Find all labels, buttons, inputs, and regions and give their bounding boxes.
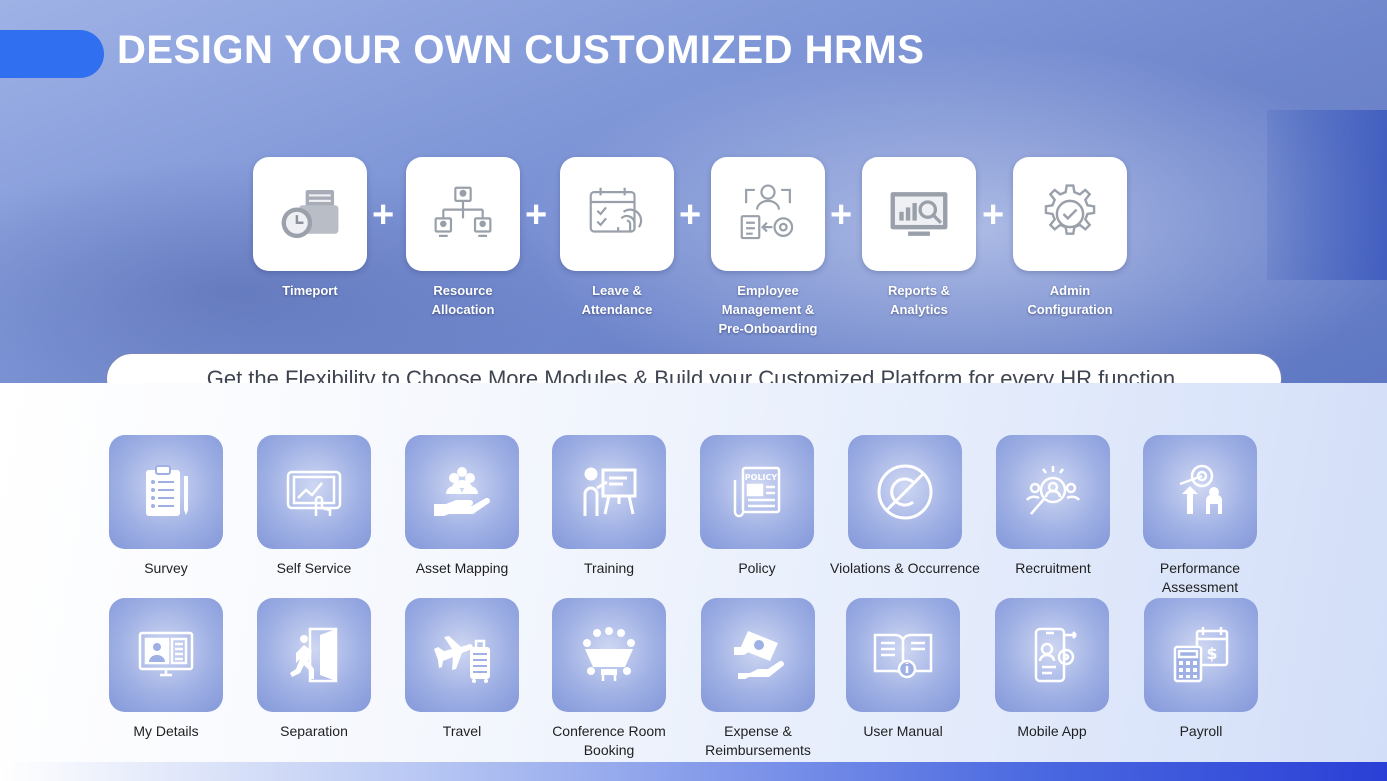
calendar-fingerprint-icon bbox=[589, 187, 643, 233]
clipboard-icon bbox=[146, 465, 188, 516]
page-title: DESIGN YOUR OWN CUSTOMIZED HRMS bbox=[117, 28, 925, 72]
module-self-service[interactable]: Self Service bbox=[239, 435, 389, 578]
module-mobile-app[interactable]: Mobile App bbox=[977, 598, 1127, 741]
module-label: Self Service bbox=[276, 560, 352, 576]
prohibited-icon bbox=[877, 464, 933, 520]
money-hand-icon bbox=[734, 631, 784, 679]
mobile-gear-icon bbox=[1034, 627, 1077, 683]
module-payroll[interactable]: $ Payroll bbox=[1126, 598, 1276, 741]
module-label: Conference Room Booking bbox=[552, 723, 666, 758]
bottom-gradient-bar bbox=[0, 762, 1387, 781]
timeport-icon bbox=[281, 189, 339, 239]
module-label: User Manual bbox=[863, 723, 943, 739]
module-survey[interactable]: Survey bbox=[91, 435, 241, 578]
module-user-manual[interactable]: User Manual bbox=[828, 598, 978, 741]
core-module-resource-allocation[interactable]: Resource Allocation bbox=[405, 157, 521, 319]
module-label: Training bbox=[583, 560, 635, 576]
plus-separator: + bbox=[982, 194, 1005, 236]
core-module-label: Employee Management & Pre-Onboarding bbox=[718, 283, 818, 336]
employee-management-icon bbox=[740, 184, 794, 240]
module-label: Survey bbox=[144, 560, 188, 576]
module-violations-occurrence[interactable]: Violations & Occurrence bbox=[830, 435, 980, 578]
plus-separator: + bbox=[372, 194, 395, 236]
core-module-label: Reports & Analytics bbox=[887, 283, 951, 317]
core-module-timeport[interactable]: Timeport bbox=[252, 157, 368, 300]
module-asset-mapping[interactable]: Asset Mapping bbox=[387, 435, 537, 578]
conference-table-icon bbox=[583, 627, 635, 681]
reports-monitor-icon bbox=[890, 192, 948, 236]
tablet-touch-icon bbox=[286, 470, 342, 516]
core-module-label: Resource Allocation bbox=[431, 283, 495, 317]
module-expense-reimbursements[interactable]: Expense & Reimbursements bbox=[683, 598, 833, 760]
core-module-label: Leave & Attendance bbox=[581, 283, 653, 317]
module-label: My Details bbox=[133, 723, 199, 739]
module-label: Performance Assessment bbox=[1159, 560, 1241, 595]
module-training[interactable]: Training bbox=[534, 435, 684, 578]
title-accent-pill bbox=[0, 30, 104, 78]
module-label: Payroll bbox=[1179, 723, 1223, 739]
module-label: Expense & Reimbursements bbox=[705, 723, 811, 758]
module-separation[interactable]: Separation bbox=[239, 598, 389, 741]
module-label: Travel bbox=[442, 723, 482, 739]
exit-door-icon bbox=[290, 627, 338, 683]
module-label: Separation bbox=[280, 723, 348, 739]
policy-document-icon: POLICY bbox=[733, 466, 781, 518]
book-info-icon bbox=[873, 633, 933, 679]
plus-separator: + bbox=[679, 194, 702, 236]
monitor-profile-icon bbox=[138, 631, 194, 677]
module-label: Recruitment bbox=[1015, 560, 1091, 576]
core-module-admin-configuration[interactable]: Admin Configuration bbox=[1012, 157, 1128, 319]
gear-check-icon bbox=[1044, 184, 1096, 235]
core-module-leave-attendance[interactable]: Leave & Attendance bbox=[559, 157, 675, 319]
module-policy[interactable]: POLICY Policy bbox=[682, 435, 832, 578]
module-recruitment[interactable]: Recruitment bbox=[978, 435, 1128, 578]
plane-luggage-icon bbox=[434, 636, 490, 683]
core-module-employee-management[interactable]: Employee Management & Pre-Onboarding bbox=[710, 157, 826, 338]
module-my-details[interactable]: My Details bbox=[91, 598, 241, 741]
svg-text:POLICY: POLICY bbox=[745, 473, 778, 482]
module-label: Mobile App bbox=[1017, 723, 1087, 739]
module-label: Asset Mapping bbox=[415, 560, 509, 576]
svg-text:$: $ bbox=[1206, 644, 1217, 663]
core-module-label: Timeport bbox=[282, 283, 338, 298]
magnifier-people-icon bbox=[1025, 466, 1081, 515]
module-label: Violations & Occurrence bbox=[830, 560, 980, 576]
org-chart-icon bbox=[434, 186, 492, 237]
module-conference-room-booking[interactable]: Conference Room Booking bbox=[534, 598, 684, 760]
plus-separator: + bbox=[525, 194, 548, 236]
presentation-board-icon bbox=[583, 467, 637, 516]
module-performance-assessment[interactable]: Performance Assessment bbox=[1125, 435, 1275, 597]
plus-separator: + bbox=[830, 194, 853, 236]
module-travel[interactable]: Travel bbox=[387, 598, 537, 741]
core-module-reports-analytics[interactable]: Reports & Analytics bbox=[861, 157, 977, 319]
core-module-label: Admin Configuration bbox=[1027, 283, 1113, 317]
target-growth-icon bbox=[1179, 464, 1222, 514]
hand-people-icon bbox=[434, 467, 490, 516]
module-label: Policy bbox=[738, 560, 776, 576]
calculator-calendar-icon: $ bbox=[1173, 627, 1229, 683]
